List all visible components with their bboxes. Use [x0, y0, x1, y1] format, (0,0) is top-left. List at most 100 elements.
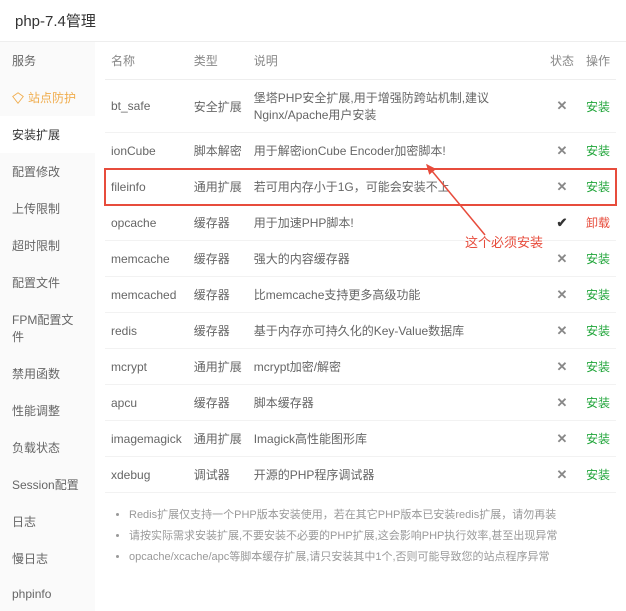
- x-icon: ✕: [557, 143, 568, 158]
- action-link[interactable]: 安装: [586, 468, 610, 482]
- cell-type: 脚本解密: [188, 133, 248, 169]
- cell-status: ✔: [544, 205, 580, 241]
- cell-name: bt_safe: [105, 80, 188, 133]
- sidebar-item[interactable]: phpinfo: [0, 577, 95, 611]
- table-body: bt_safe安全扩展堡塔PHP安全扩展,用于增强防跨站机制,建议Nginx/A…: [105, 80, 616, 493]
- cell-status: ✕: [544, 313, 580, 349]
- cell-type: 通用扩展: [188, 421, 248, 457]
- note-item: Redis扩展仅支持一个PHP版本安装使用，若在其它PHP版本已安装redis扩…: [129, 505, 610, 526]
- x-icon: ✕: [557, 323, 568, 338]
- sidebar-item[interactable]: Session配置: [0, 466, 95, 503]
- sidebar-item[interactable]: 配置文件: [0, 264, 95, 301]
- cell-type: 缓存器: [188, 385, 248, 421]
- table-row: bt_safe安全扩展堡塔PHP安全扩展,用于增强防跨站机制,建议Nginx/A…: [105, 80, 616, 133]
- table-row: ionCube脚本解密用于解密ionCube Encoder加密脚本! ✕ 安装: [105, 133, 616, 169]
- sidebar-item[interactable]: 上传限制: [0, 190, 95, 227]
- sidebar-item[interactable]: 站点防护: [0, 79, 95, 116]
- th-desc: 说明: [248, 42, 544, 80]
- cell-action: 安装: [580, 421, 616, 457]
- sidebar: 服务站点防护安装扩展配置修改上传限制超时限制配置文件FPM配置文件禁用函数性能调…: [0, 42, 95, 611]
- action-link[interactable]: 安装: [586, 324, 610, 338]
- cell-desc: 基于内存亦可持久化的Key-Value数据库: [248, 313, 544, 349]
- cell-action: 安装: [580, 241, 616, 277]
- cell-desc: mcrypt加密/解密: [248, 349, 544, 385]
- action-link[interactable]: 安装: [586, 252, 610, 266]
- cell-action: 安装: [580, 385, 616, 421]
- action-link[interactable]: 安装: [586, 360, 610, 374]
- x-icon: ✕: [557, 179, 568, 194]
- cell-status: ✕: [544, 80, 580, 133]
- cell-type: 缓存器: [188, 205, 248, 241]
- x-icon: ✕: [557, 287, 568, 302]
- cell-name: xdebug: [105, 457, 188, 493]
- table-row: imagemagick通用扩展Imagick高性能图形库 ✕ 安装: [105, 421, 616, 457]
- table-row: xdebug调试器开源的PHP程序调试器✕安装: [105, 457, 616, 493]
- table-row: memcache缓存器强大的内容缓存器✕安装: [105, 241, 616, 277]
- cell-status: ✕: [544, 277, 580, 313]
- action-link[interactable]: 卸载: [586, 216, 610, 230]
- table-row: memcached缓存器比memcache支持更多高级功能✕安装: [105, 277, 616, 313]
- cell-desc: 脚本缓存器: [248, 385, 544, 421]
- action-link[interactable]: 安装: [586, 100, 610, 114]
- cell-type: 通用扩展: [188, 169, 248, 205]
- action-link[interactable]: 安装: [586, 432, 610, 446]
- cell-name: redis: [105, 313, 188, 349]
- sidebar-item[interactable]: 配置修改: [0, 153, 95, 190]
- cell-name: memcached: [105, 277, 188, 313]
- sidebar-item[interactable]: 安装扩展: [0, 116, 95, 153]
- main-content: 名称 类型 说明 状态 操作 bt_safe安全扩展堡塔PHP安全扩展,用于增强…: [95, 42, 626, 611]
- cell-action: 卸载: [580, 205, 616, 241]
- cell-desc: 用于加速PHP脚本!: [248, 205, 544, 241]
- cell-action: 安装: [580, 277, 616, 313]
- sidebar-item[interactable]: FPM配置文件: [0, 301, 95, 355]
- th-action: 操作: [580, 42, 616, 80]
- cell-status: ✕: [544, 421, 580, 457]
- cell-desc: Imagick高性能图形库: [248, 421, 544, 457]
- table-row: redis缓存器基于内存亦可持久化的Key-Value数据库 ✕ 安装: [105, 313, 616, 349]
- cell-type: 安全扩展: [188, 80, 248, 133]
- table-row: fileinfo通用扩展若可用内存小于1G，可能会安装不上✕安装: [105, 169, 616, 205]
- cell-desc: 用于解密ionCube Encoder加密脚本!: [248, 133, 544, 169]
- cell-name: ionCube: [105, 133, 188, 169]
- x-icon: ✕: [557, 467, 568, 482]
- sidebar-item[interactable]: 禁用函数: [0, 355, 95, 392]
- extensions-table: 名称 类型 说明 状态 操作 bt_safe安全扩展堡塔PHP安全扩展,用于增强…: [105, 42, 616, 493]
- cell-type: 缓存器: [188, 313, 248, 349]
- th-name: 名称: [105, 42, 188, 80]
- diamond-icon: [12, 92, 24, 104]
- cell-type: 缓存器: [188, 241, 248, 277]
- cell-desc: 强大的内容缓存器: [248, 241, 544, 277]
- sidebar-item[interactable]: 慢日志: [0, 540, 95, 577]
- cell-desc: 若可用内存小于1G，可能会安装不上: [248, 169, 544, 205]
- sidebar-item[interactable]: 性能调整: [0, 392, 95, 429]
- cell-status: ✕: [544, 133, 580, 169]
- cell-name: imagemagick: [105, 421, 188, 457]
- note-item: 请按实际需求安装扩展,不要安装不必要的PHP扩展,这会影响PHP执行效率,甚至出…: [129, 526, 610, 547]
- sidebar-item[interactable]: 负载状态: [0, 429, 95, 466]
- cell-action: 安装: [580, 457, 616, 493]
- cell-type: 通用扩展: [188, 349, 248, 385]
- cell-action: 安装: [580, 313, 616, 349]
- sidebar-item[interactable]: 超时限制: [0, 227, 95, 264]
- cell-name: apcu: [105, 385, 188, 421]
- action-link[interactable]: 安装: [586, 288, 610, 302]
- notes-list: Redis扩展仅支持一个PHP版本安装使用，若在其它PHP版本已安装redis扩…: [105, 493, 616, 580]
- cell-name: mcrypt: [105, 349, 188, 385]
- x-icon: ✕: [557, 359, 568, 374]
- th-status: 状态: [544, 42, 580, 80]
- sidebar-item[interactable]: 服务: [0, 42, 95, 79]
- th-type: 类型: [188, 42, 248, 80]
- check-icon: ✔: [557, 215, 568, 230]
- cell-name: memcache: [105, 241, 188, 277]
- cell-status: ✕: [544, 457, 580, 493]
- table-row: apcu缓存器脚本缓存器✕安装: [105, 385, 616, 421]
- action-link[interactable]: 安装: [586, 144, 610, 158]
- note-item: opcache/xcache/apc等脚本缓存扩展,请只安装其中1个,否则可能导…: [129, 547, 610, 568]
- cell-desc: 比memcache支持更多高级功能: [248, 277, 544, 313]
- cell-action: 安装: [580, 169, 616, 205]
- action-link[interactable]: 安装: [586, 396, 610, 410]
- action-link[interactable]: 安装: [586, 180, 610, 194]
- sidebar-item[interactable]: 日志: [0, 503, 95, 540]
- x-icon: ✕: [557, 431, 568, 446]
- cell-type: 调试器: [188, 457, 248, 493]
